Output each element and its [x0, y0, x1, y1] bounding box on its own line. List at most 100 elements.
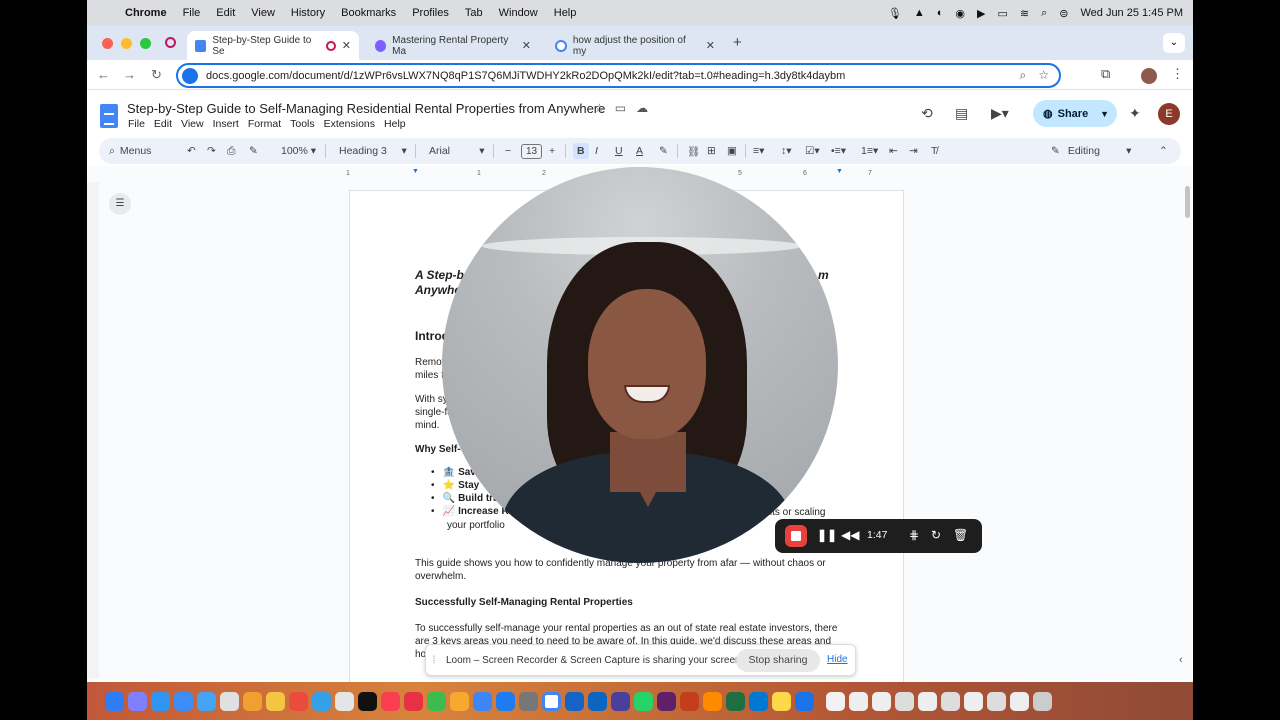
reload-icon[interactable]: ↻ [151, 67, 162, 83]
loom-camera-bubble[interactable] [442, 167, 838, 563]
stop-sharing-button[interactable]: Stop sharing [736, 649, 820, 672]
docs-menu-tools[interactable]: Tools [290, 118, 315, 130]
search-menus[interactable]: ⌕ Menus [109, 138, 151, 164]
document-icon[interactable] [872, 691, 891, 711]
browser-menu-icon[interactable]: ⋮ [1171, 66, 1184, 82]
share-button[interactable]: ◍ Share ▼ [1033, 100, 1117, 127]
document-outline-icon[interactable]: ☰ [109, 193, 131, 215]
music-icon[interactable] [381, 691, 400, 711]
address-url[interactable]: docs.google.com/document/d/1zWPr6vsLWX7N… [206, 70, 845, 82]
menu-help[interactable]: Help [554, 7, 577, 19]
wifi-icon[interactable]: ≋ [1020, 7, 1029, 20]
docs-logo-icon[interactable] [100, 104, 118, 128]
teams-icon[interactable] [611, 691, 630, 711]
search-icon[interactable]: ⌕ [1041, 7, 1047, 20]
microphone-icon[interactable]: 🎙 [888, 7, 902, 20]
text-color-icon[interactable]: A [636, 138, 643, 164]
launchpad-icon[interactable] [128, 691, 147, 711]
maps-icon[interactable] [312, 691, 331, 711]
decrease-indent-icon[interactable]: ⇤ [889, 138, 898, 164]
docs-menu-extensions[interactable]: Extensions [324, 118, 375, 130]
document-icon[interactable] [918, 691, 937, 711]
document-icon[interactable] [826, 691, 845, 711]
docs-menu-insert[interactable]: Insert [213, 118, 239, 130]
bulleted-list-icon[interactable]: •≡▾ [831, 138, 846, 164]
settings-icon[interactable] [519, 691, 538, 711]
account-avatar[interactable]: E [1158, 103, 1180, 125]
back-icon[interactable]: ← [97, 67, 110, 82]
menu-profiles[interactable]: Profiles [412, 7, 449, 19]
highlight-icon[interactable]: ✎ [659, 138, 668, 164]
docs-menu-edit[interactable]: Edit [154, 118, 172, 130]
italic-icon[interactable]: I [595, 138, 598, 164]
menu-history[interactable]: History [291, 7, 325, 19]
contacts-icon[interactable] [335, 691, 354, 711]
menu-window[interactable]: Window [499, 7, 538, 19]
mail-icon[interactable] [174, 691, 193, 711]
undo-icon[interactable]: ↶ [187, 138, 196, 164]
menu-tab[interactable]: Tab [465, 7, 483, 19]
document-icon[interactable] [941, 691, 960, 711]
zoom-select[interactable]: 100% ▾ [281, 138, 316, 164]
indent-marker-icon[interactable]: ▼ [412, 168, 419, 175]
bold-icon[interactable]: B [573, 138, 589, 164]
underline-icon[interactable]: U [615, 138, 623, 164]
numbered-list-icon[interactable]: 1≡▾ [861, 138, 878, 164]
line-spacing-icon[interactable]: ↕▾ [781, 138, 792, 164]
close-tab-icon[interactable]: ✕ [706, 39, 715, 52]
loom-app-icon[interactable] [795, 691, 814, 711]
vlc-icon[interactable] [703, 691, 722, 711]
clock[interactable]: Wed Jun 25 1:45 PM [1080, 7, 1183, 19]
news-icon[interactable] [404, 691, 423, 711]
font-size-input[interactable]: 13 [521, 138, 543, 164]
tv-icon[interactable] [358, 691, 377, 711]
calendar-icon[interactable] [220, 691, 239, 711]
keynote-icon[interactable] [473, 691, 492, 711]
docs-menu-help[interactable]: Help [384, 118, 406, 130]
zoom-icon[interactable]: ⌕ [1020, 68, 1027, 83]
extensions-icon[interactable]: ⧉ [1101, 66, 1110, 82]
word-icon[interactable] [565, 691, 584, 711]
add-comment-icon[interactable]: ⊞ [707, 138, 716, 164]
side-panel-toggle-icon[interactable]: ‹ [1179, 654, 1183, 666]
print-icon[interactable]: ⎙ [227, 138, 235, 164]
close-window-icon[interactable] [102, 38, 113, 49]
safari-icon[interactable] [151, 691, 170, 711]
folder-app-icon[interactable] [772, 691, 791, 711]
excel-icon[interactable] [726, 691, 745, 711]
gemini-icon[interactable]: ✦ [1129, 105, 1141, 122]
increase-font-icon[interactable]: + [549, 138, 555, 164]
finder-icon[interactable] [105, 691, 124, 711]
document-icon[interactable] [849, 691, 868, 711]
close-tab-icon[interactable]: ✕ [342, 39, 351, 52]
star-icon[interactable]: ☆ [594, 101, 605, 115]
font-select[interactable]: Arial ▾ [429, 138, 484, 164]
zoom-app-icon[interactable] [588, 691, 607, 711]
minimize-window-icon[interactable] [121, 38, 132, 49]
menu-view[interactable]: View [251, 7, 275, 19]
clear-formatting-icon[interactable]: T̸ [931, 138, 937, 164]
menu-file[interactable]: File [183, 7, 201, 19]
reminders-icon[interactable] [289, 691, 308, 711]
increase-indent-icon[interactable]: ⇥ [909, 138, 918, 164]
menu-edit[interactable]: Edit [216, 7, 235, 19]
control-center-icon[interactable]: ⊜ [1059, 7, 1068, 20]
insert-image-icon[interactable]: ▣ [727, 138, 737, 164]
trash-icon[interactable] [1033, 691, 1052, 711]
play-icon[interactable]: ▶ [977, 7, 985, 20]
editing-mode-select[interactable]: ✎ Editing ▾ [1051, 138, 1131, 164]
menu-bookmarks[interactable]: Bookmarks [341, 7, 396, 19]
menu-app-name[interactable]: Chrome [125, 7, 167, 19]
collapse-toolbar-icon[interactable]: ⌃ [1159, 138, 1168, 164]
address-bar[interactable]: docs.google.com/document/d/1zWPr6vsLWX7N… [176, 63, 1061, 88]
new-tab-icon[interactable]: + [733, 34, 742, 51]
document-icon[interactable] [895, 691, 914, 711]
bookmark-star-icon[interactable]: ☆ [1038, 68, 1049, 83]
style-select[interactable]: Heading 3 ▾ [339, 138, 407, 164]
move-folder-icon[interactable]: ▭ [615, 101, 626, 115]
right-indent-marker-icon[interactable]: ▼ [836, 168, 843, 175]
pages-icon[interactable] [450, 691, 469, 711]
numbers-icon[interactable] [427, 691, 446, 711]
tab-mastering-rental[interactable]: Mastering Rental Property Ma ✕ [367, 31, 539, 60]
checklist-icon[interactable]: ☑▾ [805, 138, 820, 164]
